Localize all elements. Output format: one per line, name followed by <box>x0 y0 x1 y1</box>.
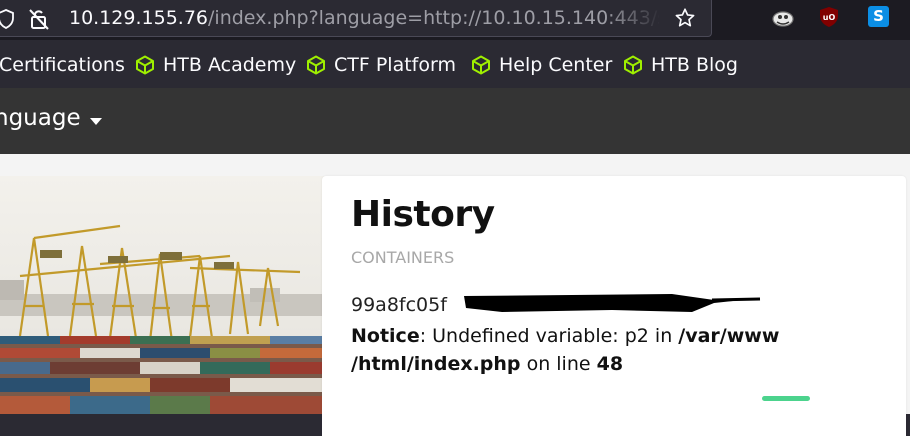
bookmark-label: Certifications <box>0 54 125 76</box>
site-navbar: nguage <box>0 88 910 154</box>
htb-cube-icon <box>307 55 325 75</box>
url-fade <box>605 4 661 32</box>
notice-on-line: on line <box>520 353 597 375</box>
bookmark-htb-academy[interactable]: HTB Academy <box>135 51 296 79</box>
card-subtitle: CONTAINERS <box>351 248 455 267</box>
insecure-lock-icon[interactable] <box>27 7 51 35</box>
notice-text: : Undefined variable: p2 in <box>419 325 679 347</box>
bookmark-htb-blog[interactable]: HTB Blog <box>623 51 738 79</box>
htb-cube-icon <box>472 55 490 75</box>
url-host: 10.129.155.76 <box>69 7 209 29</box>
browser-toolbar: 10.129.155.76/index.php?language=http://… <box>0 0 910 40</box>
svg-text:uO: uO <box>823 13 836 22</box>
shield-icon[interactable] <box>0 9 15 33</box>
caret-down-icon <box>89 106 103 132</box>
page-content: History CONTAINERS 99a8fc05f Notice: Und… <box>0 154 910 436</box>
htb-cube-icon <box>136 55 154 75</box>
bookmark-label: CTF Platform <box>334 54 456 76</box>
ublock-icon[interactable]: uO <box>818 6 840 28</box>
language-dropdown[interactable]: nguage <box>0 105 103 132</box>
redaction-mark <box>464 294 761 312</box>
htb-cube-icon <box>624 55 642 75</box>
url-text[interactable]: 10.129.155.76/index.php?language=http://… <box>69 5 659 31</box>
extension-icon[interactable] <box>771 7 795 33</box>
card-title: History <box>351 194 495 235</box>
history-card: History CONTAINERS 99a8fc05f Notice: Und… <box>322 176 906 436</box>
bookmark-star-icon[interactable] <box>674 7 696 33</box>
bookmark-label: HTB Academy <box>163 54 297 76</box>
notice-line-number: 48 <box>596 353 624 375</box>
bookmark-label: Help Center <box>499 54 613 76</box>
bookmark-label: HTB Blog <box>651 54 738 76</box>
skype-icon[interactable]: S <box>868 6 889 27</box>
accent-divider <box>762 396 810 401</box>
hash-value: 99a8fc05f <box>351 294 447 316</box>
php-notice: Notice: Undefined variable: p2 in /var/w… <box>351 322 871 378</box>
bookmark-ctf-platform[interactable]: CTF Platform <box>306 51 456 79</box>
notice-label: Notice <box>351 325 420 347</box>
container-port-image <box>0 176 330 414</box>
language-label: nguage <box>0 105 81 131</box>
url-bar[interactable]: 10.129.155.76/index.php?language=http://… <box>0 0 712 37</box>
url-path: /index.php?language=http://10.10.15.140:… <box>208 7 659 29</box>
bookmark-certifications[interactable]: Certifications <box>0 51 125 79</box>
bookmarks-toolbar: Certifications HTB Academy CTF Platform … <box>0 40 910 88</box>
bookmark-help-center[interactable]: Help Center <box>471 51 612 79</box>
